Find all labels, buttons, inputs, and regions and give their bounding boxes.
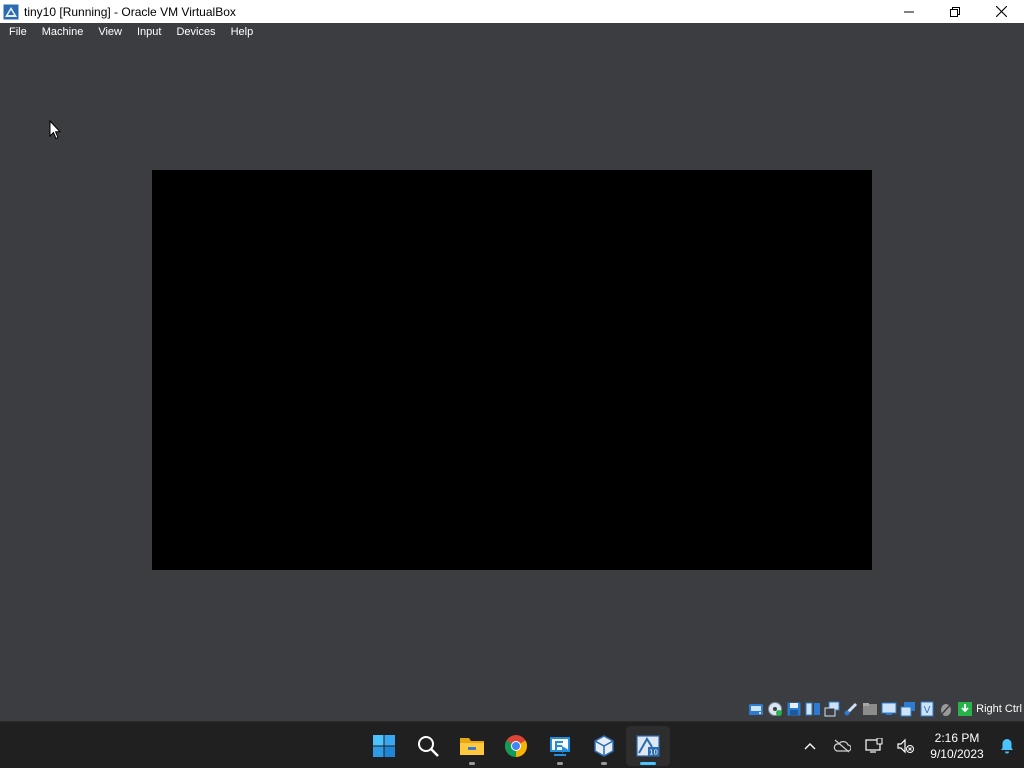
- svg-text:V: V: [924, 705, 931, 716]
- volume-muted-icon: [897, 738, 914, 753]
- running-indicator: [557, 761, 563, 765]
- menu-input[interactable]: Input: [129, 23, 168, 41]
- menu-view[interactable]: View: [90, 23, 129, 41]
- onedrive-icon: [833, 739, 851, 752]
- mouse-pointer-icon: [49, 120, 61, 140]
- chrome-button[interactable]: [494, 726, 538, 766]
- notification-bell-icon: [1001, 738, 1013, 753]
- start-button[interactable]: [362, 726, 406, 766]
- minimize-button[interactable]: [886, 0, 932, 23]
- close-icon: [995, 6, 1007, 17]
- chevron-up-icon: [804, 742, 816, 749]
- clock[interactable]: 2:16 PM 9/10/2023: [924, 730, 990, 762]
- onedrive-button[interactable]: [826, 726, 858, 766]
- chrome-icon: [505, 734, 527, 757]
- clock-time: 2:16 PM: [934, 730, 980, 745]
- menu-file[interactable]: File: [0, 23, 34, 41]
- virtualbox-button[interactable]: [582, 726, 626, 766]
- menu-devices[interactable]: Devices: [168, 23, 222, 41]
- guest-screen[interactable]: [152, 170, 872, 570]
- running-indicator: [469, 761, 475, 765]
- search-icon: [418, 735, 439, 757]
- active-indicator: [640, 761, 656, 765]
- remote-desktop-icon: [550, 736, 570, 756]
- tiny10-vm-button[interactable]: 10: [626, 725, 670, 766]
- status-bar: V Right Ctrl: [0, 697, 1024, 721]
- start-icon: [373, 734, 395, 757]
- recording-icon[interactable]: [900, 701, 916, 717]
- window-controls: [886, 0, 1024, 23]
- display-icon[interactable]: [881, 701, 897, 717]
- mouse-integration-icon[interactable]: [938, 701, 954, 717]
- menu-bar: File Machine View Input Devices Help: [0, 23, 1024, 41]
- menu-machine[interactable]: Machine: [34, 23, 91, 41]
- virtualbox-icon: [594, 734, 614, 757]
- hard-disk-icon[interactable]: [748, 701, 764, 717]
- title-bar: tiny10 [Running] - Oracle VM VirtualBox: [0, 0, 1024, 23]
- close-button[interactable]: [978, 0, 1024, 23]
- vt-x-icon[interactable]: V: [919, 701, 935, 717]
- network-tray-button[interactable]: [858, 726, 890, 766]
- restore-icon: [950, 6, 960, 17]
- system-tray: 2:16 PM 9/10/2023: [794, 722, 1024, 768]
- vm-display-area[interactable]: [0, 41, 1024, 697]
- minimize-icon: [904, 11, 914, 12]
- search-button[interactable]: [406, 726, 450, 766]
- keyboard-icon[interactable]: [957, 701, 973, 717]
- tiny10-vm-icon: 10: [636, 734, 660, 757]
- optical-drive-icon[interactable]: [767, 701, 783, 717]
- running-indicator: [601, 761, 607, 765]
- taskbar: 10 2:16 PM 9/10/2023: [0, 721, 1024, 768]
- audio-icon[interactable]: [805, 701, 821, 717]
- file-explorer-icon: [460, 737, 484, 755]
- remote-desktop-button[interactable]: [538, 726, 582, 766]
- window-title: tiny10 [Running] - Oracle VM VirtualBox: [24, 4, 236, 19]
- shared-folders-icon[interactable]: [862, 701, 878, 717]
- svg-text:10: 10: [649, 748, 658, 756]
- menu-help[interactable]: Help: [223, 23, 261, 41]
- show-hidden-icons-button[interactable]: [794, 726, 826, 766]
- file-explorer-button[interactable]: [450, 726, 494, 766]
- host-key-label[interactable]: Right Ctrl: [976, 703, 1022, 715]
- floppy-icon[interactable]: [786, 701, 802, 717]
- virtualbox-app-icon[interactable]: [3, 4, 19, 20]
- network-tray-icon: [865, 737, 883, 753]
- usb-icon[interactable]: [843, 701, 859, 717]
- taskbar-apps: 10: [362, 722, 670, 768]
- volume-button[interactable]: [890, 726, 922, 766]
- network-icon[interactable]: [824, 701, 840, 717]
- clock-date: 9/10/2023: [930, 746, 984, 761]
- notifications-button[interactable]: [990, 726, 1024, 766]
- restore-button[interactable]: [932, 0, 978, 23]
